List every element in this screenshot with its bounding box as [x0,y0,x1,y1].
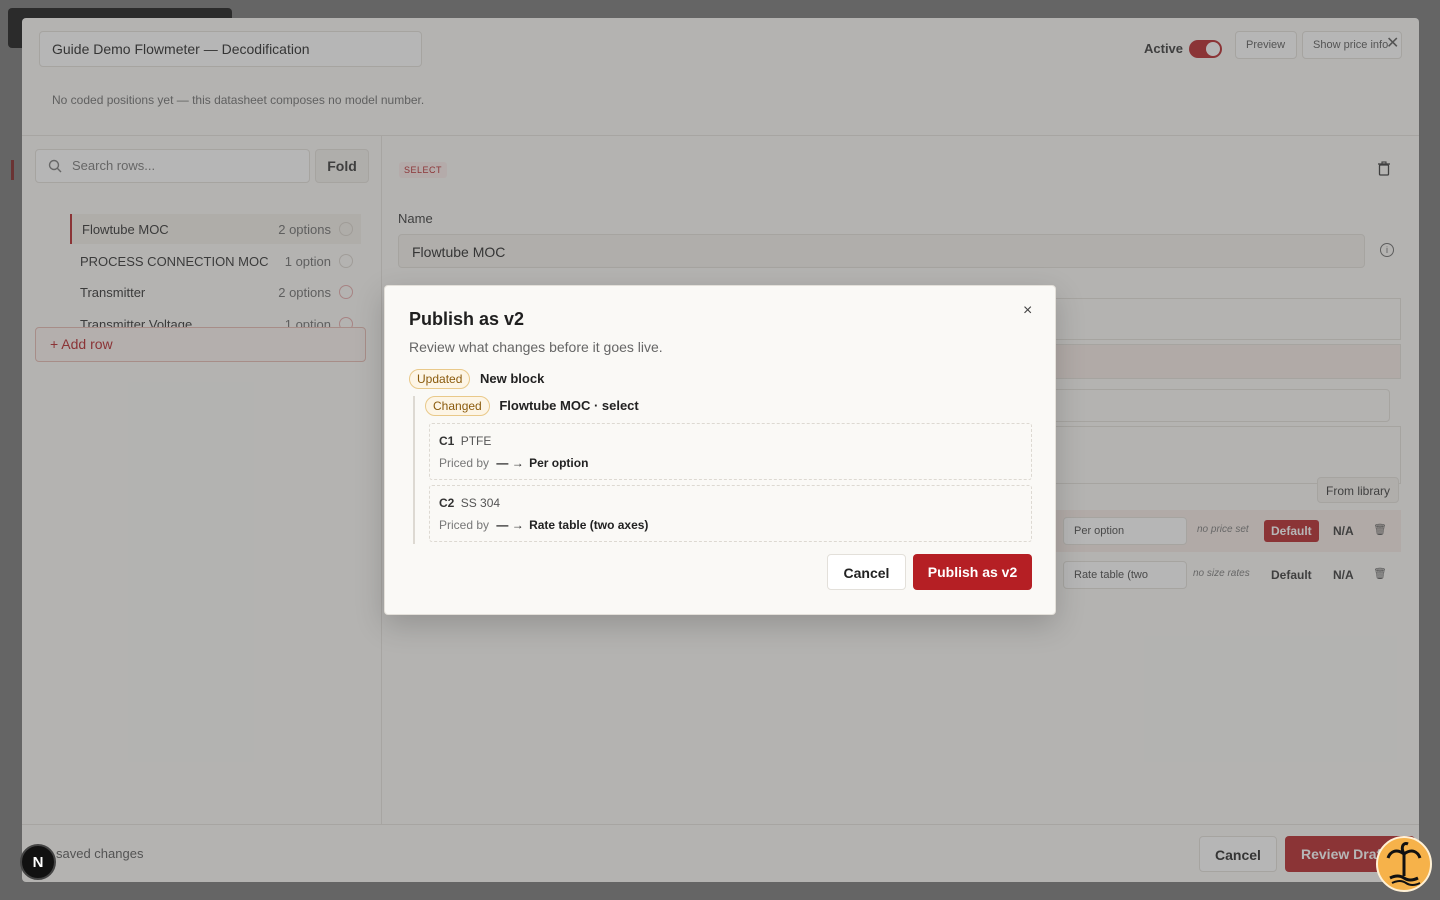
publish-button[interactable]: Publish as v2 [913,554,1032,590]
dialog-subtitle: Review what changes before it goes live. [409,339,663,355]
priced-by-arrow: — → [496,518,524,532]
option-name: SS 304 [460,496,501,510]
palm-tree-graphic [1386,842,1422,886]
changed-badge: Changed [425,396,490,416]
publish-dialog: Publish as v2 Review what changes before… [384,285,1056,615]
tree-connector [413,396,415,544]
option-code-line: C2 SS 304 [439,496,500,510]
change-card: C2 SS 304 Priced by — → Rate table (two … [429,485,1032,542]
updated-badge: Updated [409,369,471,389]
change-card: C1 PTFE Priced by — → Per option [429,423,1032,480]
priced-by-label: Priced by [439,518,490,532]
dialog-cancel-button[interactable]: Cancel [827,554,906,590]
dialog-title: Publish as v2 [409,309,525,329]
palm-tree-icon[interactable] [1376,836,1432,892]
changed-row: Changed Flowtube MOC · select [425,396,639,416]
option-code: C1 [439,434,455,448]
priced-by-line: Priced by — → Per option [439,456,588,470]
priced-by-label: Priced by [439,456,490,470]
priced-by-value: Rate table (two axes) [529,518,649,532]
changed-row-name: Flowtube MOC · select [499,398,639,413]
updated-block-name: New block [480,371,545,386]
priced-by-arrow: — → [496,456,524,470]
option-code: C2 [439,496,455,510]
close-icon[interactable]: × [1023,302,1032,320]
updated-block-row: Updated New block [409,369,544,389]
n-badge[interactable]: N [20,844,56,880]
priced-by-value: Per option [529,456,589,470]
option-code-line: C1 PTFE [439,434,491,448]
option-name: PTFE [460,434,492,448]
priced-by-line: Priced by — → Rate table (two axes) [439,518,648,532]
